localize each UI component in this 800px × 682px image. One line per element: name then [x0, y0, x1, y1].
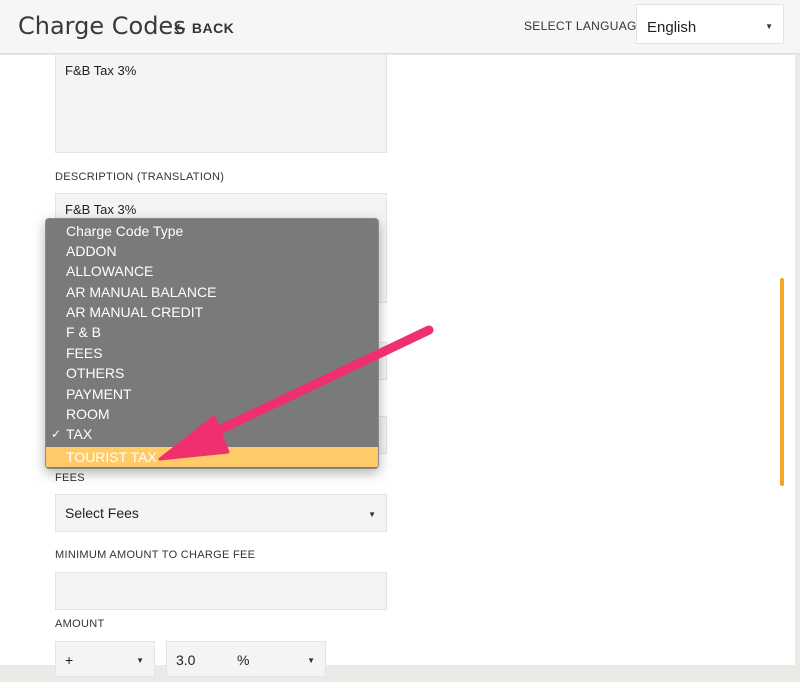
back-label: BACK — [191, 20, 235, 36]
amount-unit: % — [237, 652, 250, 668]
dropdown-option-tax[interactable]: ✓ TAX — [46, 424, 378, 444]
back-button[interactable]: 🡠 BACK — [174, 18, 234, 42]
min-amount-input[interactable] — [55, 572, 387, 610]
dropdown-option-room[interactable]: ROOM — [46, 404, 378, 424]
checkmark-icon: ✓ — [51, 427, 62, 441]
page-title: Charge Codes — [18, 12, 186, 40]
amount-sign-select[interactable]: + ▼ — [55, 641, 155, 677]
language-value: English — [647, 19, 697, 36]
fees-value: Select Fees — [65, 505, 139, 521]
app-header: Charge Codes 🡠 BACK SELECT LANGUAGE Engli… — [0, 0, 800, 54]
caret-down-icon: ▼ — [307, 656, 315, 665]
dropdown-option-f-and-b[interactable]: F & B — [46, 322, 378, 342]
min-amount-label: MINIMUM AMOUNT TO CHARGE FEE — [55, 549, 256, 561]
amount-sign-value: + — [65, 652, 74, 668]
amount-value[interactable]: 3.0 — [176, 652, 195, 668]
dropdown-option-placeholder[interactable]: Charge Code Type — [46, 221, 378, 241]
amount-input-group[interactable]: 3.0 % ▼ — [166, 641, 326, 677]
scrollbar-thumb[interactable] — [780, 278, 784, 486]
description-textarea[interactable]: F&B Tax 3% — [55, 55, 387, 153]
dropdown-option-ar-manual-balance[interactable]: AR MANUAL BALANCE — [46, 282, 378, 302]
caret-down-icon: ▼ — [136, 656, 144, 665]
dropdown-option-addon[interactable]: ADDON — [46, 241, 378, 261]
amount-label: AMOUNT — [55, 618, 105, 630]
dropdown-option-ar-manual-credit[interactable]: AR MANUAL CREDIT — [46, 302, 378, 322]
arrow-left-icon: 🡠 — [174, 20, 186, 36]
dropdown-option-tourist-tax[interactable]: TOURIST TAX — [46, 447, 378, 467]
dropdown-option-others[interactable]: OTHERS — [46, 363, 378, 383]
fees-label: FEES — [55, 472, 85, 484]
language-label: SELECT LANGUAGE — [524, 19, 645, 33]
caret-down-icon: ▼ — [368, 510, 376, 519]
language-select[interactable]: English ▼ — [636, 4, 784, 44]
fees-select[interactable]: Select Fees ▼ — [55, 494, 387, 532]
dropdown-option-fees[interactable]: FEES — [46, 343, 378, 363]
description-translation-label: DESCRIPTION (TRANSLATION) — [55, 171, 225, 183]
dropdown-option-allowance[interactable]: ALLOWANCE — [46, 261, 378, 281]
charge-code-type-dropdown[interactable]: Charge Code Type ADDON ALLOWANCE AR MANU… — [45, 218, 379, 469]
dropdown-option-payment[interactable]: PAYMENT — [46, 384, 378, 404]
caret-down-icon: ▼ — [765, 22, 773, 31]
